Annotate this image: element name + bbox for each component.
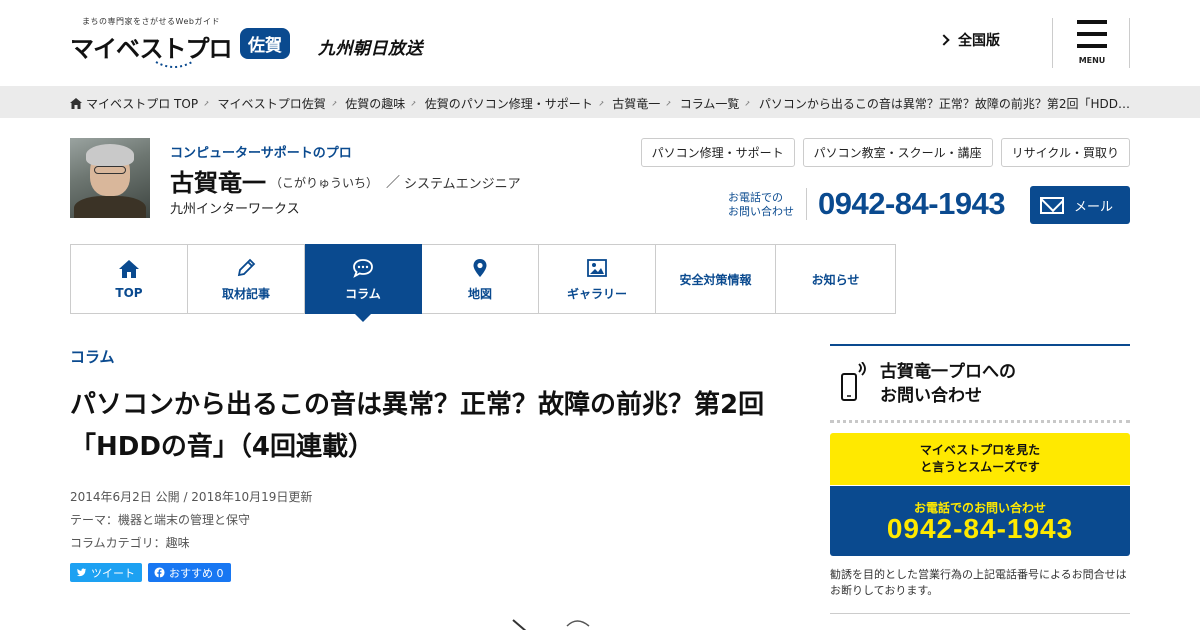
profile-reading: （こがりゅういち）: [270, 176, 379, 190]
logo-dots-icon: [155, 61, 193, 68]
tab-column[interactable]: コラム: [305, 244, 422, 322]
menu-label: MENU: [1078, 56, 1106, 65]
chevron-right-icon: [938, 34, 950, 46]
sidebar-phone-number: 0942-84-1943: [886, 513, 1074, 544]
tag-pc-repair[interactable]: パソコン修理・サポート: [640, 138, 795, 167]
section-label: コラム: [70, 348, 115, 366]
dotted-divider: [830, 420, 1130, 423]
chat-bubble-icon: [353, 258, 373, 278]
nationwide-link-label: 全国版: [958, 33, 1000, 49]
article-category[interactable]: コラムカテゴリ：趣味: [70, 532, 312, 555]
tab-safety-info[interactable]: 安全対策情報: [656, 244, 776, 314]
phone-divider: [806, 188, 807, 220]
phone-number[interactable]: 0942-84-1943: [818, 186, 1006, 222]
tab-interview[interactable]: 取材記事: [188, 244, 305, 314]
mail-icon: [1040, 196, 1064, 214]
breadcrumb: マイベストプロ TOP マイベストプロ佐賀 佐賀の趣味 佐賀のパソコン修理・サポ…: [0, 86, 1200, 118]
tag-pc-school[interactable]: パソコン教室・スクール・講座: [802, 138, 993, 167]
nationwide-link[interactable]: 全国版: [938, 30, 1000, 50]
broadcaster-logo[interactable]: 九州朝日放送: [318, 34, 423, 59]
profile-separator: ／: [386, 175, 400, 191]
tab-news[interactable]: お知らせ: [776, 244, 896, 314]
profile-company: 九州インターワークス: [170, 202, 300, 217]
facebook-recommend-button[interactable]: おすすめ 0: [148, 563, 231, 582]
sidebar-notice: マイベストプロを見た と言うとスムーズです: [830, 433, 1130, 485]
menu-button[interactable]: MENU: [1052, 18, 1130, 68]
article-theme[interactable]: テーマ：機器と端末の管理と保守: [70, 509, 312, 532]
home-icon: [119, 260, 139, 278]
tab-map[interactable]: 地図: [422, 244, 539, 314]
mail-button[interactable]: メール: [1030, 186, 1130, 224]
tweet-button[interactable]: ツイート: [70, 563, 142, 582]
profile-title: システムエンジニア: [404, 177, 521, 192]
article-image-top-edge: [512, 619, 590, 630]
sidebar-phone-box[interactable]: お電話でのお問い合わせ 0942-84-1943: [830, 486, 1130, 556]
article-title: パソコンから出るこの音は異常？正常？故障の前兆？第2回「HDDの音」（4回連載）: [70, 390, 765, 462]
breadcrumb-item-pro[interactable]: 古賀竜一: [612, 95, 660, 112]
article-meta: 2014年6月2日 公開 / 2018年10月19日更新 テーマ：機器と端末の管…: [70, 486, 312, 555]
mail-button-label: メール: [1074, 199, 1114, 215]
article-dates: 2014年6月2日 公開 / 2018年10月19日更新: [70, 490, 313, 504]
tab-top[interactable]: TOP: [71, 244, 188, 314]
facebook-icon: [154, 567, 165, 578]
pencil-icon: [237, 258, 256, 276]
breadcrumb-item-current: パソコンから出るこの音は異常？正常？故障の前兆？第2回「HDD…: [758, 97, 1130, 111]
site-header: まちの専門家をさがせるWebガイド マイベストプロ 佐賀 九州朝日放送 全国版 …: [0, 0, 1200, 86]
share-buttons: ツイート おすすめ 0: [70, 563, 231, 582]
breadcrumb-item-hobby[interactable]: 佐賀の趣味: [345, 95, 405, 112]
sidebar-note: 勧誘を目的とした営業行為の上記電話番号によるお問合せはお断りしております。: [830, 568, 1127, 597]
breadcrumb-item-column-list[interactable]: コラム一覧: [680, 95, 740, 112]
site-logo[interactable]: まちの専門家をさがせるWebガイド マイベストプロ 佐賀: [70, 16, 300, 72]
profile-category: コンピューターサポートのプロ: [170, 146, 352, 161]
profile-tags: パソコン修理・サポート パソコン教室・スクール・講座 リサイクル・買取り: [640, 138, 1130, 167]
breadcrumb-item-pc-repair[interactable]: 佐賀のパソコン修理・サポート: [425, 95, 593, 112]
home-icon: [70, 98, 82, 109]
pro-nav-tabs: TOP 取材記事 コラム 地図 ギャラリー 安全対策情報 お知らせ: [70, 244, 896, 322]
gallery-icon: [587, 258, 607, 277]
hamburger-icon: [1077, 20, 1107, 48]
phone-label: お電話での お問い合わせ: [728, 191, 794, 218]
twitter-bird-icon: [76, 568, 87, 577]
logo-tagline: まちの専門家をさがせるWebガイド: [82, 17, 220, 26]
smartphone-signal-icon: [841, 362, 866, 401]
profile-photo: [70, 138, 150, 218]
map-pin-icon: [473, 258, 487, 277]
tag-recycle[interactable]: リサイクル・買取り: [1000, 138, 1130, 167]
profile-name: 古賀竜一: [170, 169, 266, 197]
sidebar-heading: 古賀竜一プロへの お問い合わせ: [880, 362, 1016, 406]
breadcrumb-item-region[interactable]: マイベストプロ佐賀: [218, 95, 326, 112]
logo-region-badge: 佐賀: [240, 28, 290, 59]
breadcrumb-item-top[interactable]: マイベストプロ TOP: [70, 95, 198, 112]
logo-text: マイベストプロ: [70, 35, 232, 63]
tab-gallery[interactable]: ギャラリー: [539, 244, 656, 314]
